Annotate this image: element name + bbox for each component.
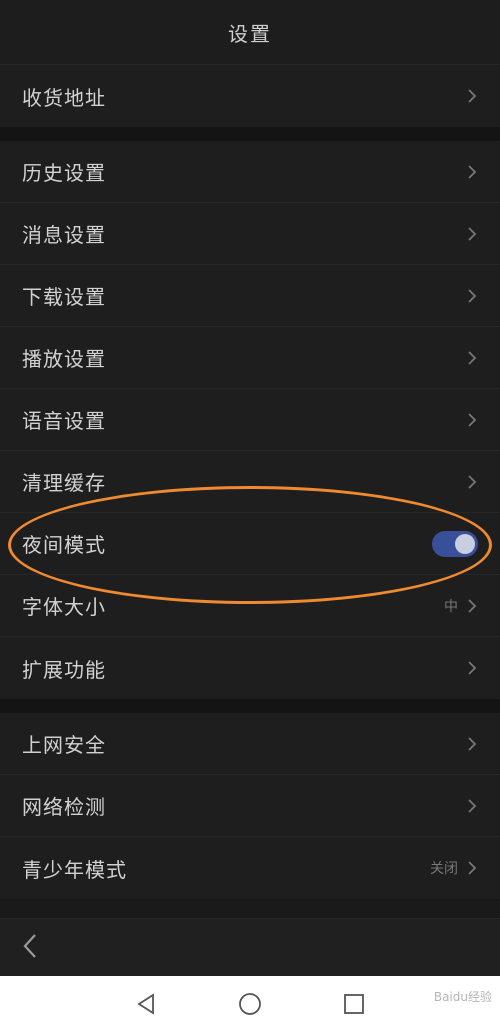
toggle-knob bbox=[455, 533, 475, 554]
setting-row-download[interactable]: 下载设置 bbox=[0, 265, 500, 327]
settings-group-address: 收货地址 bbox=[0, 65, 500, 127]
setting-label: 上网安全 bbox=[22, 733, 106, 757]
chevron-right-icon bbox=[466, 286, 478, 306]
setting-row-night-mode: 夜间模式 bbox=[0, 513, 500, 575]
setting-value: 关闭 bbox=[430, 861, 458, 877]
chevron-right-icon bbox=[466, 348, 478, 368]
page-title: 设置 bbox=[228, 21, 272, 46]
chevron-right-icon bbox=[466, 86, 478, 106]
setting-value: 中 bbox=[444, 598, 458, 615]
setting-label: 播放设置 bbox=[22, 347, 106, 371]
group-separator bbox=[0, 127, 500, 141]
group-separator bbox=[0, 699, 500, 713]
setting-label: 夜间模式 bbox=[22, 533, 106, 557]
setting-label: 历史设置 bbox=[22, 161, 106, 185]
back-button[interactable] bbox=[0, 919, 60, 977]
home-circle-icon[interactable] bbox=[238, 992, 262, 1016]
setting-row-playback[interactable]: 播放设置 bbox=[0, 327, 500, 389]
setting-row-network-check[interactable]: 网络检测 bbox=[0, 775, 500, 837]
setting-row-internet-safety[interactable]: 上网安全 bbox=[0, 713, 500, 775]
chevron-left-icon bbox=[22, 933, 38, 963]
setting-row-shipping-address[interactable]: 收货地址 bbox=[0, 65, 500, 127]
back-triangle-icon[interactable] bbox=[134, 992, 158, 1016]
settings-group-safety: 上网安全 网络检测 青少年模式 关闭 bbox=[0, 713, 500, 899]
bottom-toolbar bbox=[0, 918, 500, 977]
chevron-right-icon bbox=[466, 472, 478, 492]
setting-label: 清理缓存 bbox=[22, 471, 106, 495]
setting-label: 语音设置 bbox=[22, 409, 106, 433]
setting-label: 字体大小 bbox=[22, 595, 106, 619]
chevron-right-icon bbox=[466, 596, 478, 616]
night-mode-toggle[interactable] bbox=[432, 530, 478, 557]
chevron-right-icon bbox=[466, 224, 478, 244]
recents-square-icon[interactable] bbox=[342, 992, 366, 1016]
system-nav-bar bbox=[0, 976, 500, 1031]
setting-row-messages[interactable]: 消息设置 bbox=[0, 203, 500, 265]
setting-row-history[interactable]: 历史设置 bbox=[0, 141, 500, 203]
setting-label: 青少年模式 bbox=[22, 857, 127, 882]
setting-label: 收货地址 bbox=[22, 85, 106, 110]
settings-group-general: 历史设置 消息设置 下载设置 播放设置 语音设置 清理缓存 夜间模式 字体大小 … bbox=[0, 141, 500, 699]
top-bar: 设置 bbox=[0, 0, 500, 65]
chevron-right-icon bbox=[466, 734, 478, 754]
chevron-right-icon bbox=[466, 658, 478, 678]
chevron-right-icon bbox=[466, 858, 478, 878]
chevron-right-icon bbox=[466, 162, 478, 182]
chevron-right-icon bbox=[466, 410, 478, 430]
setting-row-font-size[interactable]: 字体大小 中 bbox=[0, 575, 500, 637]
watermark: Baidu经验 bbox=[433, 990, 492, 1004]
setting-label: 下载设置 bbox=[22, 285, 106, 309]
setting-row-clear-cache[interactable]: 清理缓存 bbox=[0, 451, 500, 513]
setting-label: 扩展功能 bbox=[22, 657, 106, 682]
setting-label: 消息设置 bbox=[22, 223, 106, 247]
setting-row-teen-mode[interactable]: 青少年模式 关闭 bbox=[0, 837, 500, 899]
setting-row-voice[interactable]: 语音设置 bbox=[0, 389, 500, 451]
setting-row-extensions[interactable]: 扩展功能 bbox=[0, 637, 500, 699]
setting-label: 网络检测 bbox=[22, 795, 106, 819]
chevron-right-icon bbox=[466, 796, 478, 816]
